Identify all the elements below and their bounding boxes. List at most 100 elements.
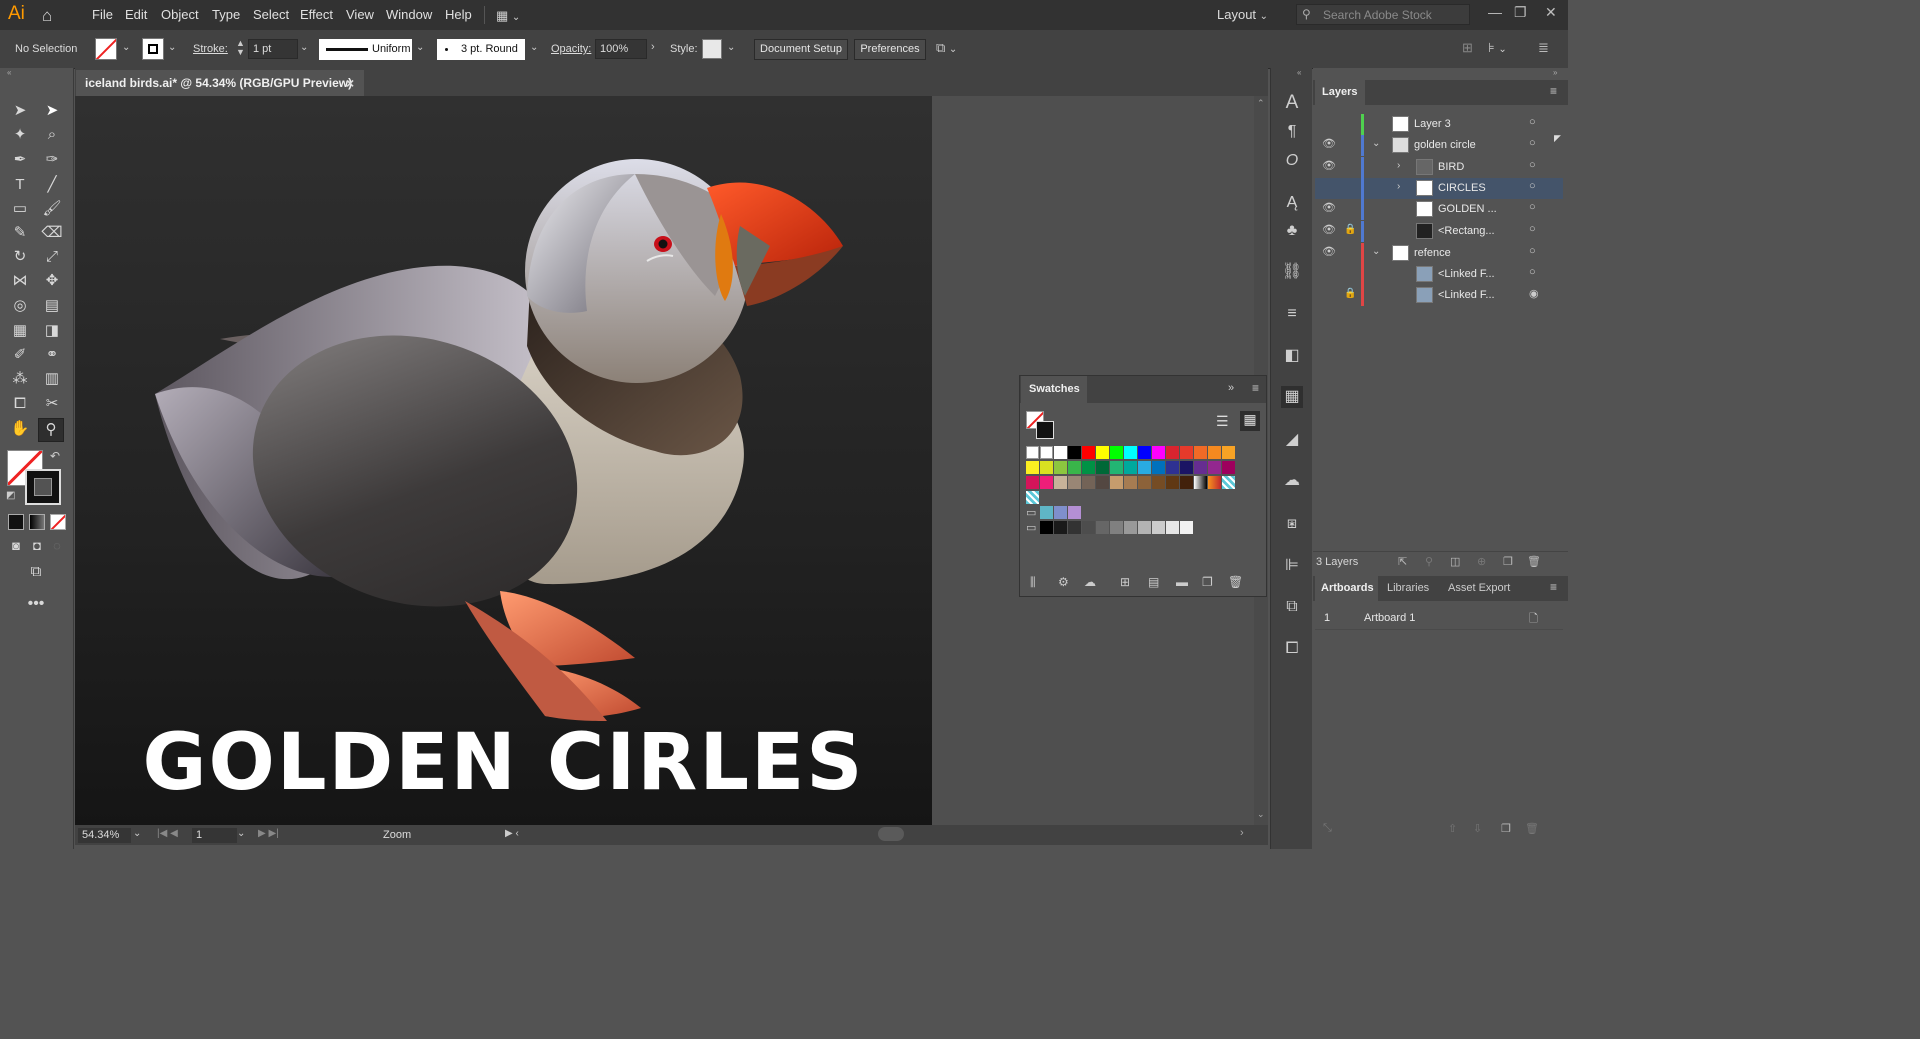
arrange-icon[interactable]: ⧉ ⌄ bbox=[936, 40, 957, 56]
swatch[interactable] bbox=[1054, 446, 1067, 459]
glyphs-panel-icon[interactable]: Ą bbox=[1281, 192, 1303, 214]
visibility-eye-icon[interactable]: 👁 bbox=[1322, 223, 1336, 236]
shape-builder-tool-icon[interactable]: ◎ bbox=[8, 295, 32, 317]
gradient-panel-icon[interactable]: ◧ bbox=[1281, 345, 1303, 367]
swatch[interactable] bbox=[1222, 461, 1235, 474]
menu-edit[interactable]: Edit bbox=[125, 7, 147, 22]
swatch[interactable] bbox=[1194, 446, 1207, 459]
swatch[interactable] bbox=[1180, 476, 1193, 489]
swatch[interactable] bbox=[1194, 461, 1207, 474]
swatch[interactable] bbox=[1138, 476, 1151, 489]
visibility-eye-icon[interactable]: 👁 bbox=[1322, 201, 1336, 214]
swatches-menu-icon[interactable]: ≡ bbox=[1252, 381, 1259, 395]
new-artboard-icon[interactable]: ❐ bbox=[1501, 822, 1511, 835]
swatch[interactable] bbox=[1166, 476, 1179, 489]
swatch[interactable] bbox=[1194, 476, 1207, 489]
swatch[interactable] bbox=[1068, 476, 1081, 489]
swatch[interactable] bbox=[1040, 506, 1053, 519]
swatch[interactable] bbox=[1124, 521, 1137, 534]
target-icon[interactable]: ◉ bbox=[1529, 287, 1539, 300]
swatch[interactable] bbox=[1124, 446, 1137, 459]
links-panel-icon[interactable]: ⛓ bbox=[1281, 261, 1303, 283]
swatch[interactable] bbox=[1040, 521, 1053, 534]
grid-view-icon[interactable]: ▦ bbox=[1240, 411, 1260, 431]
artboard-nav-prev-icon[interactable]: |◀ ◀ bbox=[157, 828, 178, 839]
stroke-panel-icon[interactable]: ≡ bbox=[1281, 303, 1303, 325]
visibility-eye-icon[interactable]: 👁 bbox=[1322, 159, 1336, 172]
scale-tool-icon[interactable]: ⤢ bbox=[40, 246, 64, 268]
expand-chevron-down-icon[interactable]: ⌄ bbox=[1372, 246, 1380, 257]
opacity-field[interactable]: 100% bbox=[595, 39, 647, 59]
preferences-button[interactable]: Preferences bbox=[854, 39, 926, 60]
swatch[interactable] bbox=[1096, 446, 1109, 459]
tab-swatches[interactable]: Swatches bbox=[1021, 376, 1087, 403]
swatch[interactable] bbox=[1096, 521, 1109, 534]
swatch[interactable] bbox=[1124, 461, 1137, 474]
locate-object-icon[interactable]: ⚲ bbox=[1425, 555, 1433, 568]
show-kinds-icon[interactable]: ⚙ bbox=[1058, 575, 1069, 589]
lasso-tool-icon[interactable]: ⌕ bbox=[40, 124, 64, 146]
menu-select[interactable]: Select bbox=[253, 7, 289, 22]
layer-row-circles[interactable]: › CIRCLES ○ bbox=[1315, 178, 1563, 199]
symbol-sprayer-tool-icon[interactable]: ⁂ bbox=[8, 368, 32, 390]
target-icon[interactable]: ○ bbox=[1529, 137, 1536, 149]
swatch[interactable] bbox=[1068, 506, 1081, 519]
stroke-weight-field[interactable]: 1 pt bbox=[248, 39, 298, 59]
target-icon[interactable]: ○ bbox=[1529, 180, 1536, 192]
menu-type[interactable]: Type bbox=[212, 7, 240, 22]
swatch[interactable] bbox=[1054, 476, 1067, 489]
layer-row-golden-circle[interactable]: 👁 ⌄ golden circle ○ ◤ bbox=[1315, 133, 1563, 156]
type-tool-icon[interactable]: T bbox=[8, 174, 32, 196]
artboard-number-field[interactable]: 1 bbox=[192, 828, 237, 843]
swatch[interactable] bbox=[1110, 446, 1123, 459]
rotate-tool-icon[interactable]: ↻ bbox=[8, 246, 32, 268]
cloud-icon[interactable]: ☁ bbox=[1084, 575, 1096, 589]
delete-artboard-icon[interactable]: 🗑 bbox=[1525, 822, 1539, 835]
swatch[interactable] bbox=[1040, 476, 1053, 489]
tab-layers[interactable]: Layers bbox=[1315, 80, 1365, 105]
swatch[interactable] bbox=[1040, 461, 1053, 474]
close-tab-icon[interactable]: × bbox=[346, 70, 354, 96]
collapse-panel-icon[interactable]: » bbox=[1228, 382, 1234, 394]
swap-fill-stroke-icon[interactable]: ↶ bbox=[50, 449, 60, 463]
slice-tool-icon[interactable]: ✂ bbox=[40, 393, 64, 415]
horizontal-scroll-thumb[interactable] bbox=[878, 827, 904, 841]
swatch[interactable] bbox=[1082, 476, 1095, 489]
menu-file[interactable]: File bbox=[92, 7, 113, 22]
transform-icon[interactable]: ⊧ ⌄ bbox=[1488, 40, 1507, 56]
hand-tool-icon[interactable]: ✋ bbox=[8, 418, 32, 440]
status-menu-icon[interactable]: ▶ ‹ bbox=[505, 828, 519, 839]
artboard-dropdown-icon[interactable]: ⌄ bbox=[237, 828, 245, 839]
eraser-tool-icon[interactable]: ⌫ bbox=[40, 222, 64, 244]
layer-row-rectangle[interactable]: 👁 🔒 <Rectang... ○ bbox=[1315, 221, 1563, 242]
perspective-grid-tool-icon[interactable]: ▤ bbox=[40, 295, 64, 317]
lock-icon[interactable]: 🔒 bbox=[1344, 288, 1356, 299]
magic-wand-tool-icon[interactable]: ✦ bbox=[8, 124, 32, 146]
align-panel-icon[interactable]: ⊫ bbox=[1281, 555, 1303, 577]
layer-row-bird[interactable]: 👁 › BIRD ○ bbox=[1315, 157, 1563, 178]
collapse-panel-icon[interactable]: » bbox=[1553, 68, 1557, 77]
brush-select[interactable]: 3 pt. Round bbox=[437, 39, 525, 60]
selection-tool-icon[interactable]: ➤ bbox=[8, 100, 32, 122]
artwork-headline[interactable]: GOLDEN CIRLES bbox=[75, 718, 932, 808]
mesh-tool-icon[interactable]: ▦ bbox=[8, 320, 32, 342]
new-layer-icon[interactable]: ❐ bbox=[1503, 555, 1513, 568]
target-icon[interactable]: ○ bbox=[1529, 223, 1536, 235]
line-tool-icon[interactable]: ╱ bbox=[40, 174, 64, 196]
swatch[interactable] bbox=[1082, 461, 1095, 474]
swatch[interactable] bbox=[1054, 506, 1067, 519]
screen-mode-icon[interactable]: ⧉ bbox=[24, 561, 48, 583]
blend-tool-icon[interactable]: ⚭ bbox=[40, 344, 64, 366]
swatch-stroke-indicator[interactable] bbox=[1036, 421, 1054, 439]
expand-chevron-down-icon[interactable]: ⌄ bbox=[1372, 138, 1380, 149]
opacity-arrow-icon[interactable]: › bbox=[651, 41, 655, 53]
swatch[interactable] bbox=[1026, 461, 1039, 474]
rearrange-artboards-icon[interactable]: ⤡ bbox=[1323, 822, 1332, 835]
symbols-panel-icon[interactable]: ♣ bbox=[1281, 220, 1303, 242]
swatch[interactable] bbox=[1180, 446, 1193, 459]
swatch[interactable] bbox=[1180, 521, 1193, 534]
restore-icon[interactable]: ❐ bbox=[1514, 4, 1527, 21]
swatch[interactable] bbox=[1166, 521, 1179, 534]
swatch[interactable] bbox=[1040, 446, 1053, 459]
menu-help[interactable]: Help bbox=[445, 7, 472, 22]
